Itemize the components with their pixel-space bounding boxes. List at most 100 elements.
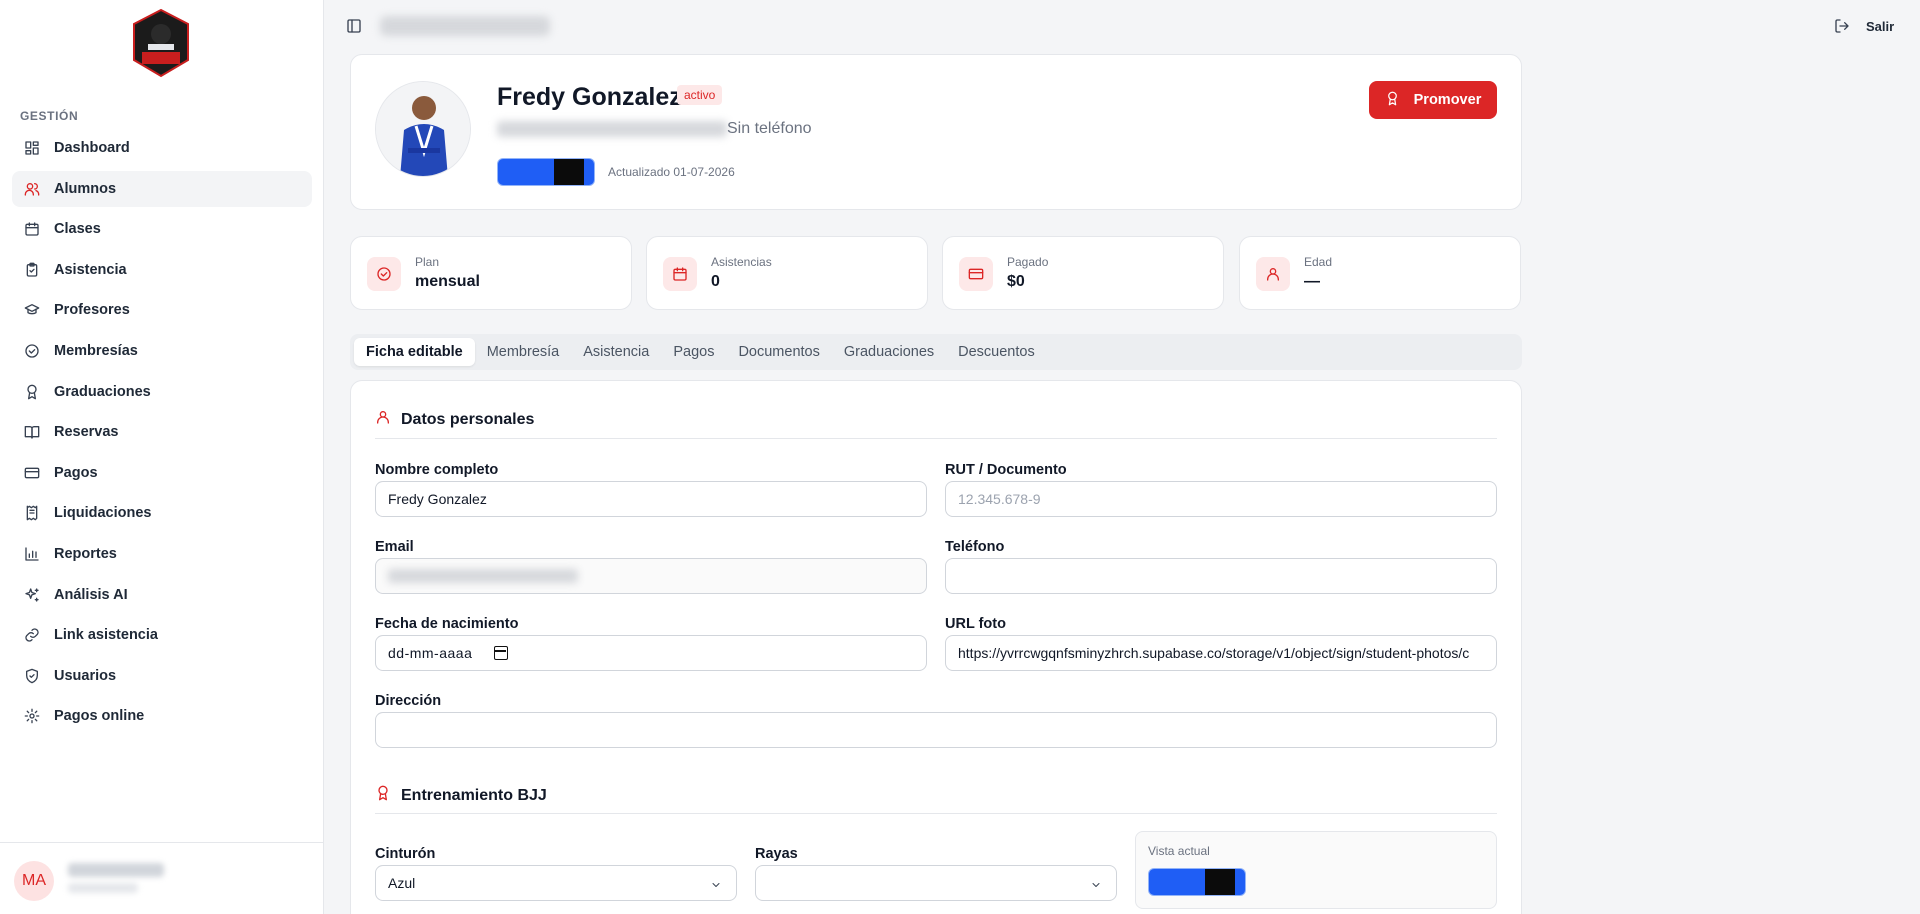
sidebar-item-usuarios[interactable]: Usuarios	[12, 658, 312, 694]
stat-label: Pagado	[1007, 255, 1049, 269]
calendar-icon	[663, 257, 697, 291]
sidebar-item-label: Membresías	[54, 342, 138, 359]
photo-url-label: URL foto	[945, 616, 1006, 632]
sidebar-item-graduaciones[interactable]: Graduaciones	[12, 374, 312, 410]
status-badge: activo	[677, 85, 723, 105]
dashboard-icon	[24, 140, 40, 156]
stat-card-edad: Edad —	[1239, 236, 1521, 310]
graduation-cap-icon	[24, 302, 40, 318]
sidebar-item-asistencia[interactable]: Asistencia	[12, 252, 312, 288]
sidebar-item-label: Clases	[54, 221, 101, 238]
phone-input[interactable]	[945, 558, 1497, 594]
email-redacted	[388, 569, 578, 583]
tab-graduaciones[interactable]: Graduaciones	[832, 338, 946, 366]
circle-check-icon	[367, 257, 401, 291]
sidebar-nav: Dashboard Alumnos Clases Asistencia Prof…	[12, 130, 312, 739]
sidebar-item-analisis-ai[interactable]: Análisis AI	[12, 577, 312, 613]
full-name-label: Nombre completo	[375, 462, 499, 478]
sidebar-toggle-icon[interactable]	[346, 18, 362, 34]
sidebar-item-label: Asistencia	[54, 261, 127, 278]
sidebar-item-clases[interactable]: Clases	[12, 211, 312, 247]
users-icon	[24, 181, 40, 197]
stat-card-asistencias: Asistencias 0	[646, 236, 928, 310]
preview-label: Vista actual	[1148, 844, 1210, 858]
sidebar-item-reportes[interactable]: Reportes	[12, 536, 312, 572]
sidebar-item-profesores[interactable]: Profesores	[12, 292, 312, 328]
credit-card-icon	[24, 465, 40, 481]
belt-select[interactable]: Azul	[375, 865, 737, 901]
full-name-input[interactable]: Fredy Gonzalez	[375, 481, 927, 517]
sidebar-item-label: Reservas	[54, 424, 119, 441]
tab-descuentos[interactable]: Descuentos	[946, 338, 1047, 366]
avatar[interactable]: MA	[14, 861, 54, 901]
stat-label: Edad	[1304, 255, 1333, 269]
stat-card-plan: Plan mensual	[350, 236, 632, 310]
email-label: Email	[375, 539, 414, 555]
calendar-picker-icon[interactable]	[494, 646, 509, 660]
credit-card-icon	[959, 257, 993, 291]
stat-value: $0	[1007, 273, 1025, 290]
belt-select-value: Azul	[388, 875, 416, 891]
sparkles-icon	[24, 587, 40, 603]
sidebar-item-label: Profesores	[54, 302, 130, 319]
clipboard-check-icon	[24, 262, 40, 278]
stripes-select[interactable]	[755, 865, 1117, 901]
calendar-icon	[24, 221, 40, 237]
phone-label: Teléfono	[945, 539, 1005, 555]
student-photo	[375, 81, 471, 177]
belt-label: Cinturón	[375, 846, 436, 862]
sidebar-item-pagos[interactable]: Pagos	[12, 455, 312, 491]
student-phone: Sin teléfono	[727, 120, 812, 137]
student-name: Fredy Gonzalez	[497, 83, 682, 111]
belt-tip	[554, 159, 584, 185]
stat-value: mensual	[415, 273, 480, 290]
sidebar-item-label: Alumnos	[54, 180, 117, 197]
settings-icon	[24, 708, 40, 724]
sidebar-item-link-asistencia[interactable]: Link asistencia	[12, 617, 312, 653]
email-field[interactable]	[375, 558, 927, 594]
tab-asistencia[interactable]: Asistencia	[571, 338, 661, 366]
promote-label: Promover	[1413, 92, 1482, 108]
student-email-redacted	[497, 121, 727, 137]
address-input[interactable]	[375, 712, 1497, 748]
sidebar-item-reservas[interactable]: Reservas	[12, 414, 312, 450]
section-title: Entrenamiento BJJ	[401, 786, 547, 804]
stat-value: —	[1304, 273, 1320, 290]
logout-icon[interactable]	[1834, 18, 1850, 39]
page-title-redacted	[380, 16, 550, 36]
sidebar-item-label: Análisis AI	[54, 586, 128, 603]
rut-input[interactable]: 12.345.678-9	[945, 481, 1497, 517]
promote-button[interactable]: Promover	[1369, 81, 1497, 119]
sidebar-item-alumnos[interactable]: Alumnos	[12, 170, 312, 207]
photo-url-input[interactable]: https://yvrrcwgqnfsminyzhrch.supabase.co…	[945, 635, 1497, 671]
award-icon	[1385, 91, 1400, 110]
top-bar: Salir	[324, 0, 1920, 54]
user-icon	[375, 409, 391, 430]
sidebar-user[interactable]: MA	[0, 842, 324, 914]
tab-ficha-editable[interactable]: Ficha editable	[354, 338, 475, 366]
sidebar: GESTIÓN Dashboard Alumnos Clases Asisten…	[0, 0, 324, 914]
sidebar-item-pagos-online[interactable]: Pagos online	[12, 698, 312, 734]
belt-badge	[497, 158, 595, 186]
birth-date-input[interactable]: dd-mm-aaaa	[375, 635, 927, 671]
sidebar-item-liquidaciones[interactable]: Liquidaciones	[12, 495, 312, 531]
address-label: Dirección	[375, 693, 442, 709]
stat-label: Plan	[415, 255, 440, 269]
divider	[375, 438, 1497, 439]
updated-date: Actualizado 01-07-2026	[608, 165, 735, 179]
chevron-down-icon	[1090, 878, 1102, 890]
tab-pagos[interactable]: Pagos	[661, 338, 726, 366]
belt-preview: Vista actual	[1135, 831, 1497, 909]
sidebar-item-label: Link asistencia	[54, 627, 158, 644]
sidebar-item-label: Graduaciones	[54, 383, 151, 400]
chevron-down-icon	[710, 878, 722, 890]
tab-documentos[interactable]: Documentos	[726, 338, 831, 366]
logout-button[interactable]: Salir	[1866, 19, 1894, 34]
sidebar-item-dashboard[interactable]: Dashboard	[12, 130, 312, 166]
stat-value: 0	[711, 273, 720, 290]
user-name-redacted	[68, 863, 164, 877]
birth-date-label: Fecha de nacimiento	[375, 616, 519, 632]
sidebar-item-membresias[interactable]: Membresías	[12, 333, 312, 369]
tab-membresia[interactable]: Membresía	[475, 338, 572, 366]
fight-lab-logo[interactable]	[130, 8, 192, 78]
